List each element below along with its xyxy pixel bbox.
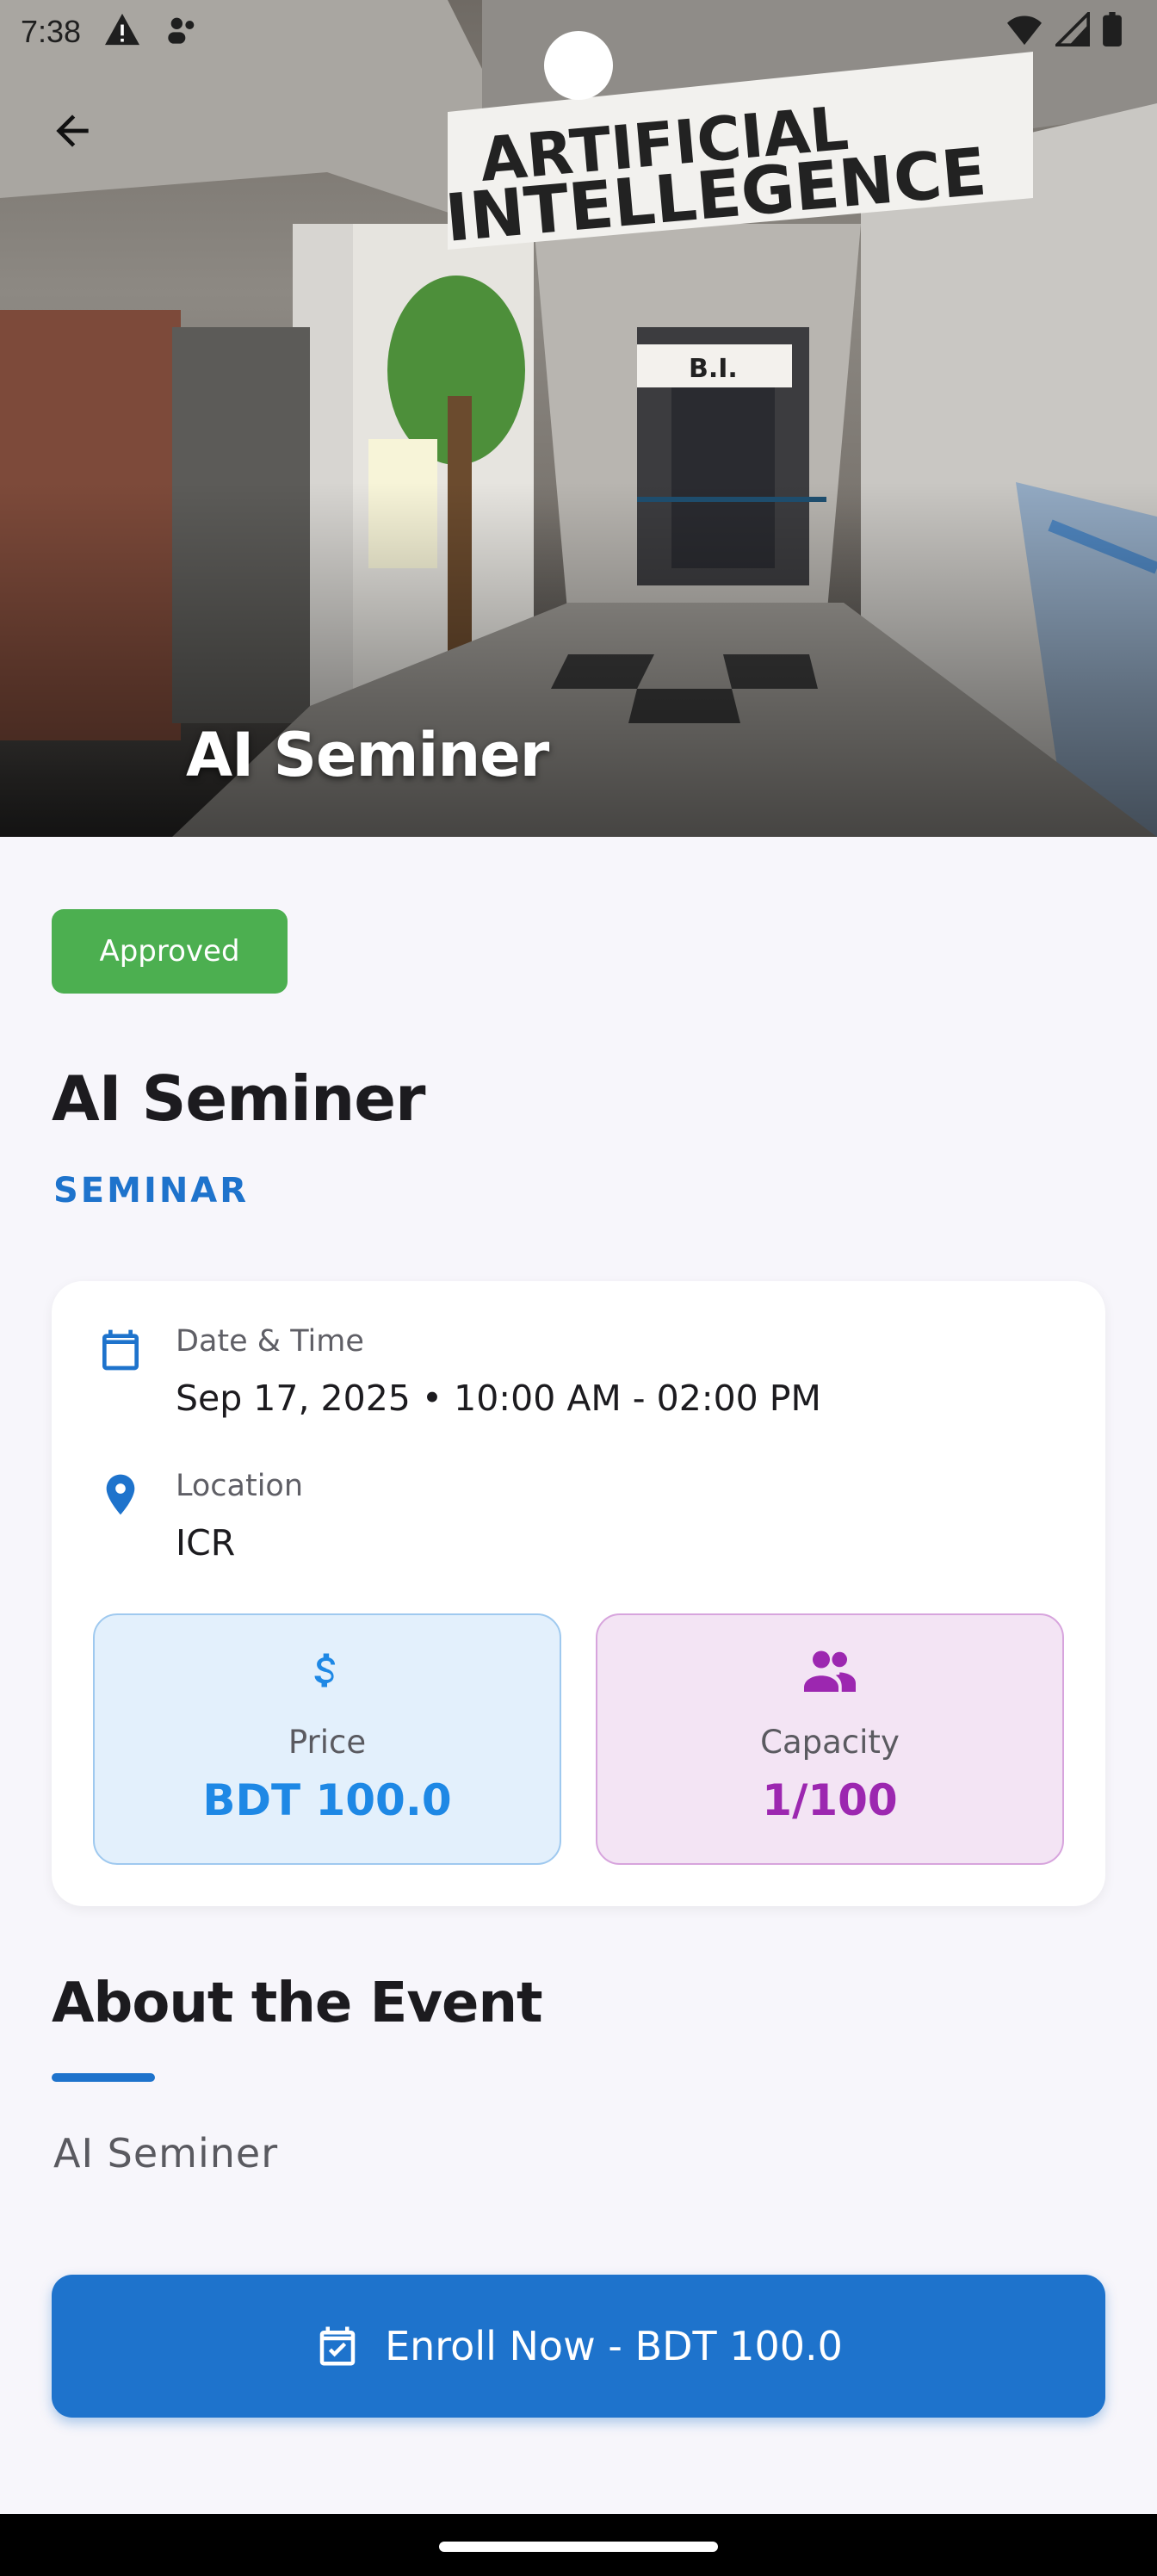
status-time: 7:38 — [21, 14, 82, 49]
about-heading-underline — [52, 2073, 155, 2082]
date-time-value: Sep 17, 2025 • 10:00 AM - 02:00 PM — [176, 1378, 821, 1419]
date-time-label: Date & Time — [176, 1324, 364, 1359]
wifi-icon — [1007, 15, 1042, 46]
price-label: Price — [288, 1724, 367, 1761]
dollar-icon — [95, 1648, 560, 1693]
camera-cutout — [544, 31, 613, 100]
enroll-button-label: Enroll Now - BDT 100.0 — [385, 2323, 843, 2369]
calendar-check-icon — [319, 2326, 356, 2366]
back-button[interactable] — [38, 96, 107, 165]
people-icon — [597, 1648, 1062, 1693]
about-heading: About the Event — [52, 1972, 543, 2035]
cell-signal-icon — [1055, 12, 1090, 46]
location-label: Location — [176, 1469, 304, 1503]
about-description: AI Seminer — [53, 2130, 279, 2177]
capacity-value: 1/100 — [762, 1775, 898, 1825]
price-box: Price BDT 100.0 — [93, 1613, 561, 1865]
event-details-card: Date & Time Sep 17, 2025 • 10:00 AM - 02… — [52, 1281, 1105, 1906]
hero-title: AI Seminer — [186, 720, 549, 790]
back-arrow-icon — [56, 115, 89, 147]
status-right-icons — [1005, 12, 1123, 46]
battery-icon — [1103, 12, 1122, 46]
location-pin-icon — [96, 1471, 145, 1519]
status-badge: Approved — [52, 909, 288, 994]
capacity-label: Capacity — [760, 1724, 900, 1761]
event-title: AI Seminer — [52, 1062, 426, 1135]
door-sign-text: B.I. — [689, 354, 738, 384]
hero-gradient-overlay — [0, 482, 1157, 837]
event-hero-image: ARTIFICIAL INTELLEGENCE B.I. AI Seminer … — [0, 0, 1157, 837]
capacity-box: Capacity 1/100 — [596, 1613, 1064, 1865]
price-value: BDT 100.0 — [202, 1775, 452, 1825]
calendar-icon — [96, 1326, 145, 1374]
location-value: ICR — [176, 1522, 236, 1564]
event-category: SEMINAR — [53, 1171, 250, 1211]
enroll-button[interactable]: Enroll Now - BDT 100.0 — [52, 2275, 1105, 2418]
warning-icon — [103, 12, 141, 54]
home-gesture-handle[interactable] — [439, 2542, 718, 2552]
notification-icon — [165, 12, 200, 53]
